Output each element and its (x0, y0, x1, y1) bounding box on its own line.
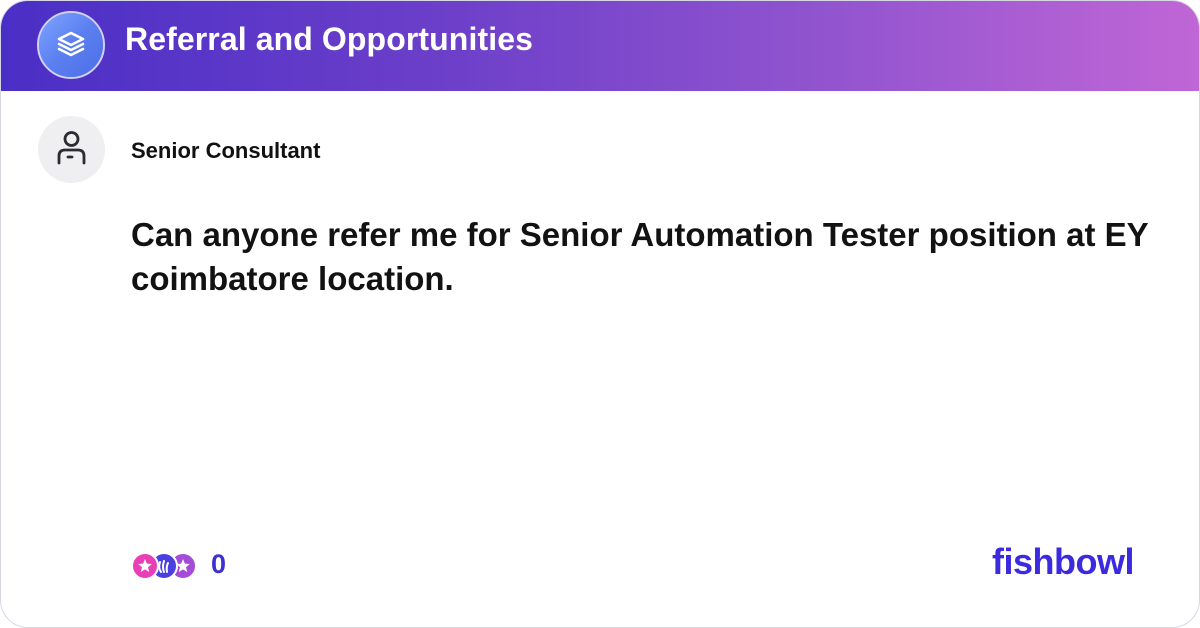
person-icon (57, 131, 86, 165)
bowl-title[interactable]: Referral and Opportunities (125, 21, 533, 58)
fishbowl-logo[interactable]: fishbowl (992, 541, 1135, 583)
reactions[interactable] (131, 549, 201, 583)
star-reaction-icon (131, 552, 159, 580)
post-body[interactable]: Can anyone refer me for Senior Automatio… (131, 213, 1161, 301)
layers-icon (57, 31, 85, 57)
avatar[interactable] (38, 116, 105, 183)
bowl-logo[interactable] (37, 11, 105, 79)
author-title: Senior Consultant (131, 138, 321, 163)
reaction-count[interactable]: 0 (211, 549, 226, 580)
post-card[interactable]: Referral and Opportunities Senior Consul… (0, 0, 1200, 628)
bowl-header[interactable]: Referral and Opportunities (1, 1, 1199, 91)
